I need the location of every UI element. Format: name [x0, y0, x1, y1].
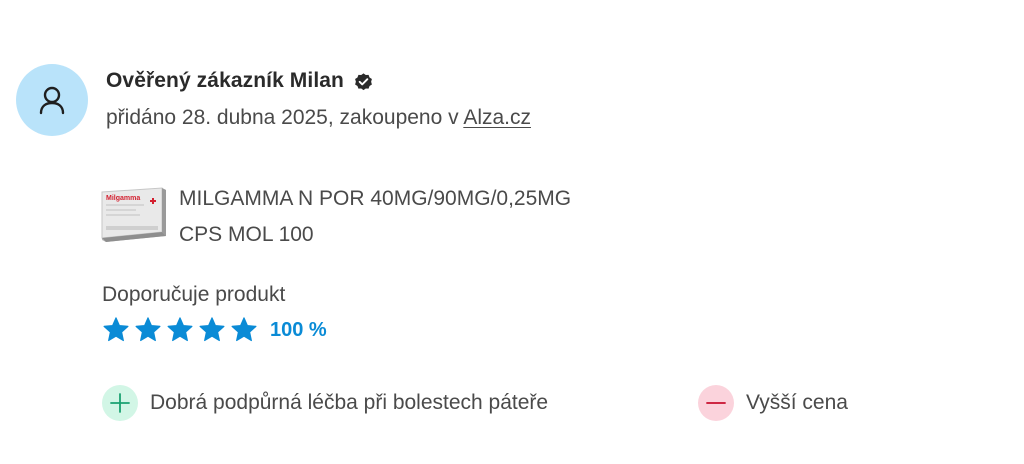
- pro-text: Dobrá podpůrná léčba při bolestech páteř…: [150, 391, 549, 414]
- user-icon: [39, 86, 65, 115]
- recommend-label: Doporučuje produkt: [102, 283, 286, 306]
- review-date-text: přidáno 28. dubna 2025, zakoupeno v: [106, 106, 464, 129]
- store-link[interactable]: Alza.cz: [463, 106, 531, 129]
- product-name-line-2: CPS MOL 100: [179, 223, 314, 246]
- minus-badge: [698, 385, 734, 421]
- pro-item: Dobrá podpůrná léčba při bolestech páteř…: [102, 385, 548, 421]
- star-icon: [167, 317, 193, 342]
- product-image-brand: Milgamma: [106, 195, 140, 202]
- plus-icon: [110, 393, 130, 413]
- rating-stars: 100 %: [102, 315, 327, 345]
- star-icon: [199, 317, 225, 342]
- star-icon: [103, 317, 129, 342]
- product-name[interactable]: MILGAMMA N POR 40MG/90MG/0,25MG CPS MOL …: [179, 181, 599, 253]
- product-image[interactable]: Milgamma: [100, 186, 168, 242]
- star-icon: [135, 317, 161, 342]
- star-icon: [231, 317, 257, 342]
- avatar: [16, 64, 88, 136]
- plus-badge: [102, 385, 138, 421]
- con-text: Vyšší cena: [746, 391, 848, 414]
- reviewer-name-row: Ověřený zákazník Milan: [106, 66, 374, 96]
- reviewer-name: Ověřený zákazník Milan: [106, 69, 344, 92]
- review-meta: přidáno 28. dubna 2025, zakoupeno v Alza…: [106, 103, 531, 133]
- minus-icon: [706, 402, 726, 404]
- recommend-percent: 100 %: [270, 318, 327, 341]
- verified-check-icon: [355, 72, 372, 90]
- product-name-line-1: MILGAMMA N POR 40MG/90MG/0,25MG: [179, 187, 572, 210]
- con-item: Vyšší cena: [698, 385, 848, 421]
